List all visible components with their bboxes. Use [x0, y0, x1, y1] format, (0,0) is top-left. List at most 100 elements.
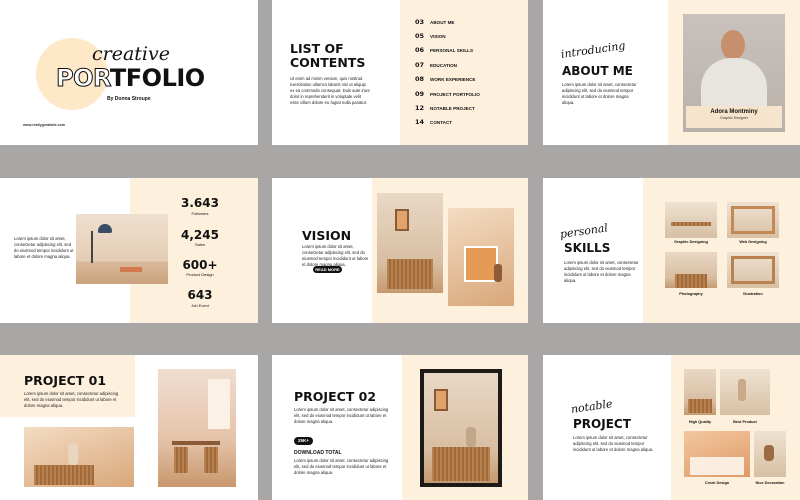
- download-badge: 25K+: [294, 437, 313, 445]
- portrait-head: [721, 30, 745, 60]
- toc-item-number: 05: [415, 32, 425, 40]
- stats-slide[interactable]: Lorem ipsum dolor sit amet, consectetur …: [0, 178, 258, 323]
- contents-title-line1: LIST OF: [290, 41, 344, 56]
- wall-art: [464, 246, 498, 282]
- notable-photo: [684, 369, 716, 415]
- cabinet-wood: [688, 399, 712, 413]
- cover-title-part-b: TFOLIO: [109, 64, 205, 92]
- about-role: Graphic Designer: [720, 116, 748, 120]
- wall-art: [395, 209, 409, 231]
- contents-title-line2: CONTENTS: [290, 55, 366, 70]
- toc-item-label: CONTACT: [430, 119, 453, 125]
- download-label: DOWNLOAD TOTAL: [294, 450, 342, 456]
- skills-script-title: personal: [559, 221, 609, 241]
- about-title: ABOUT ME: [562, 64, 633, 78]
- notable-photo: [684, 431, 750, 477]
- toc-item-number: 12: [415, 104, 425, 112]
- skills-slide[interactable]: personal SKILLS Lorem ipsum dolor sit am…: [543, 178, 800, 323]
- skill-caption: Graphic Designing: [674, 240, 708, 244]
- cabinet-wood: [675, 274, 707, 288]
- notable-caption: Creek Design: [704, 481, 730, 485]
- about-body: Lorem ipsum dolor sit amet, consectetur …: [562, 82, 637, 105]
- skill-photo: [727, 202, 779, 238]
- sideboard: [34, 465, 94, 485]
- skill-photo: [727, 252, 779, 288]
- toc-item[interactable]: 08 WORK EXPERIENCE: [415, 74, 475, 84]
- vision-body: Lorem ipsum dolor sit amet, consectetur …: [302, 244, 369, 267]
- stat-value: 3.643: [181, 196, 219, 210]
- vase: [494, 264, 502, 282]
- toc-item-label: ABOUT ME: [430, 19, 455, 25]
- project01-photo-large: [158, 369, 236, 487]
- project01-slide[interactable]: PROJECT 01 Lorem ipsum dolor sit amet, c…: [0, 355, 258, 500]
- toc-item-label: PERSONAL SKILLS: [430, 47, 474, 53]
- toc-item[interactable]: 12 NOTABLE PROJECT: [415, 103, 475, 113]
- toc-item-number: 06: [415, 46, 425, 54]
- toc-item[interactable]: 14 CONTACT: [415, 117, 452, 127]
- notable-body: Lorem ipsum dolor sit amet, consectetur …: [573, 435, 654, 452]
- toc-item[interactable]: 03 ABOUT ME: [415, 17, 455, 27]
- project01-photo-small: [24, 427, 134, 487]
- vase: [738, 379, 746, 401]
- cover-author: By Donna Stroupe: [107, 96, 151, 102]
- read-more-button[interactable]: READ MORE: [313, 266, 342, 273]
- contents-body: Ut enim ad minim veniam, quis nostrud ex…: [290, 76, 370, 105]
- toc-item-number: 07: [415, 61, 425, 69]
- lamp-arm: [91, 231, 93, 263]
- shelf-frame: [731, 256, 775, 284]
- vision-slide[interactable]: VISION Lorem ipsum dolor sit amet, conse…: [272, 178, 528, 323]
- toc-item[interactable]: 07 EDUCATION: [415, 60, 457, 70]
- contents-slide[interactable]: LIST OF CONTENTS Ut enim ad minim veniam…: [272, 0, 528, 145]
- lamp-shade: [98, 224, 112, 233]
- cover-title-part-a: POR: [56, 64, 111, 93]
- toc-item[interactable]: 09 PROJECT PORTFOLIO: [415, 89, 480, 99]
- stat-label: Sales: [194, 242, 205, 247]
- cover-slide[interactable]: creative PORTFOLIO By Donna Stroupe www.…: [0, 0, 258, 145]
- toc-item[interactable]: 06 PERSONAL SKILLS: [415, 45, 473, 55]
- skill-caption: Photography: [679, 292, 703, 296]
- bed-linen: [690, 457, 744, 475]
- project02-slide[interactable]: PROJECT 02 Lorem ipsum dolor sit amet, c…: [272, 355, 528, 500]
- project01-body: Lorem ipsum dolor sit amet, consectetur …: [24, 391, 119, 408]
- chair: [204, 447, 218, 473]
- toc-item-number: 08: [415, 75, 425, 83]
- skill-caption: Web Designing: [739, 240, 767, 244]
- toc-item-number: 14: [415, 118, 425, 126]
- skills-cream-panel: [643, 178, 800, 323]
- chair: [174, 447, 188, 473]
- framed-photo-inner: [424, 373, 498, 483]
- project02-body2: Lorem ipsum dolor sit amet, consectetur …: [294, 458, 389, 475]
- about-slide[interactable]: introducing ABOUT ME Lorem ipsum dolor s…: [543, 0, 800, 145]
- window: [208, 379, 230, 429]
- toc-item[interactable]: 05 VISION: [415, 31, 446, 41]
- vision-photo-left: [377, 193, 443, 293]
- desk-lamp-photo: [76, 214, 168, 284]
- desk-book: [120, 267, 142, 272]
- vision-title: VISION: [302, 228, 352, 243]
- shelf-frame: [731, 206, 775, 234]
- project02-framed-photo: [420, 369, 502, 487]
- toc-item-number: 09: [415, 90, 425, 98]
- cover-website[interactable]: www.reallygreatsite.com: [23, 123, 65, 127]
- notable-photo: [720, 369, 770, 415]
- shelf-wood: [671, 222, 711, 226]
- skills-title: SKILLS: [564, 241, 611, 255]
- toc-item-label: EDUCATION: [430, 62, 457, 68]
- stats-body: Lorem ipsum dolor sit amet, consectetur …: [14, 236, 74, 259]
- notable-photo: [754, 431, 786, 477]
- stat-label: Followers: [191, 211, 209, 216]
- notable-caption: High Quality: [688, 420, 712, 424]
- project02-body: Lorem ipsum dolor sit amet, consectetur …: [294, 407, 389, 424]
- toc-item-label: PROJECT PORTFOLIO: [430, 91, 480, 97]
- notable-slide[interactable]: notable PROJECT Lorem ipsum dolor sit am…: [543, 355, 800, 500]
- toc-item-number: 03: [415, 18, 425, 26]
- cabinet-wood: [432, 447, 490, 481]
- cover-title: PORTFOLIO: [56, 64, 206, 93]
- wood-cabinet: [387, 259, 433, 289]
- stat-label: Job Event: [191, 303, 209, 308]
- about-name-card: Adora Montminy Graphic Designer: [686, 106, 782, 128]
- about-script-title: introducing: [560, 39, 627, 61]
- notable-caption: Nice Decoration: [755, 481, 785, 485]
- notable-title: PROJECT: [573, 417, 631, 431]
- notable-script-title: notable: [570, 397, 614, 416]
